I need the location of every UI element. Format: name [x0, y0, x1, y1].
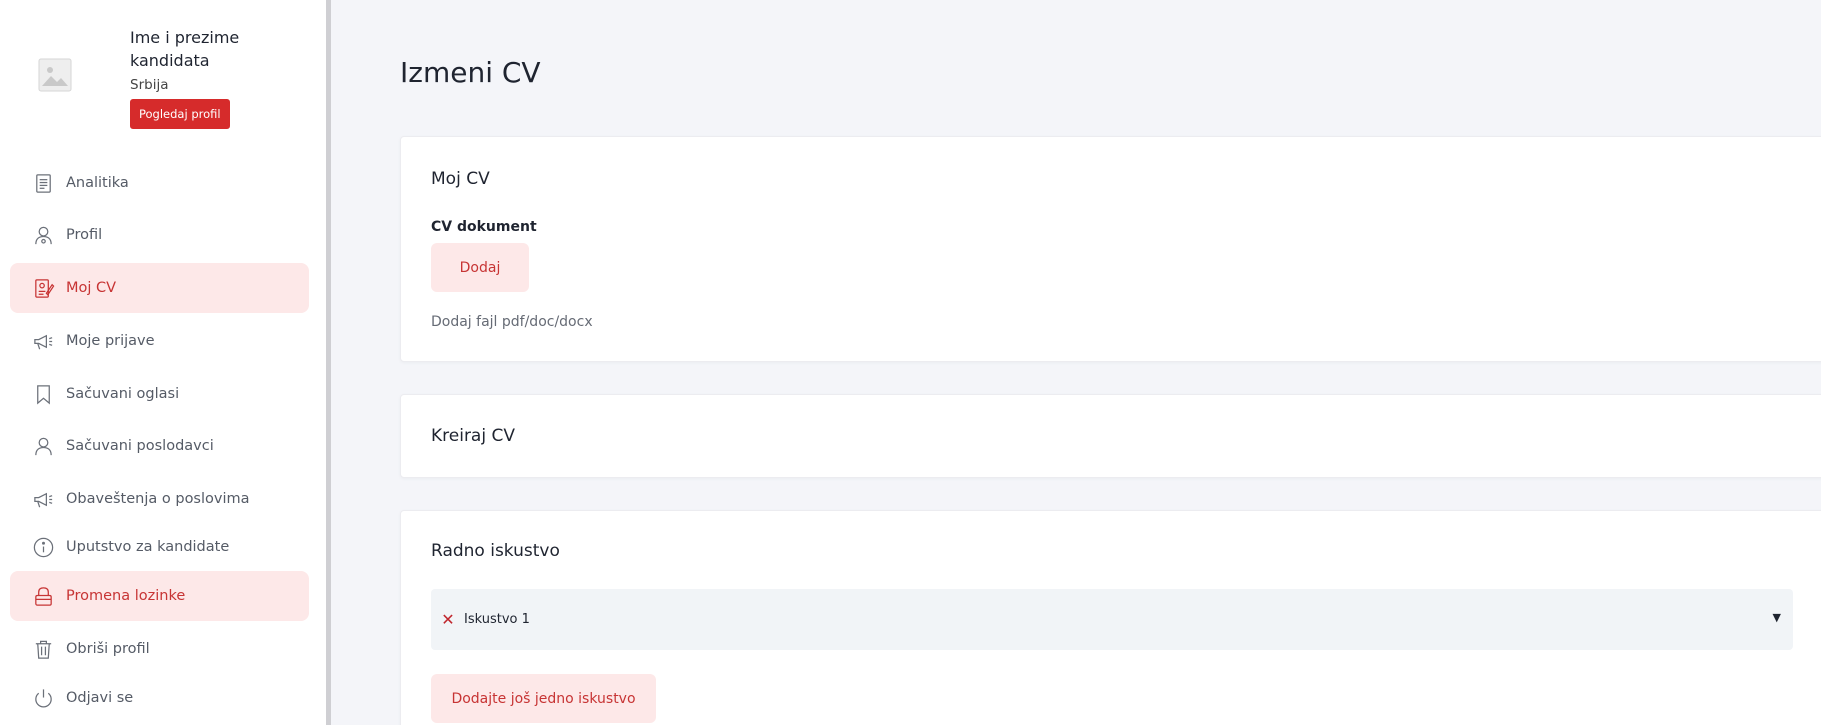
image-placeholder-icon — [30, 50, 80, 100]
work-experience-card: Radno iskustvo ✕ Iskustvo 1 ▼ Dodajte jo… — [400, 510, 1821, 725]
experience-entry-label: Iskustvo 1 — [464, 612, 530, 627]
sidebar-item-sacuvani-poslodavci[interactable]: Sačuvani poslodavci — [10, 421, 309, 471]
sidebar-item-obavestenja[interactable]: Obaveštenja o poslovima — [10, 474, 309, 524]
experience-entry[interactable]: ✕ Iskustvo 1 ▼ — [431, 589, 1793, 650]
work-experience-title: Radno iskustvo — [431, 541, 560, 561]
sidebar-item-label: Odjavi se — [66, 690, 134, 706]
page-title: Izmeni CV — [400, 56, 541, 89]
cv-edit-icon — [28, 275, 58, 301]
sidebar-item-moj-cv[interactable]: Moj CV — [10, 263, 309, 313]
close-icon[interactable]: ✕ — [440, 610, 456, 629]
file-type-hint: Dodaj fajl pdf/doc/docx — [431, 314, 593, 330]
create-cv-card[interactable]: Kreiraj CV — [400, 394, 1821, 478]
sidebar: Ime i prezime kandidata Srbija Pogledaj … — [0, 0, 331, 725]
add-experience-button[interactable]: Dodajte još jedno iskustvo — [431, 674, 656, 723]
sidebar-item-moje-prijave[interactable]: Moje prijave — [10, 316, 309, 366]
caret-down-icon[interactable]: ▼ — [1773, 611, 1781, 624]
create-cv-title: Kreiraj CV — [431, 426, 515, 446]
sidebar-item-label: Promena lozinke — [66, 588, 186, 604]
user-icon — [28, 222, 58, 248]
cv-document-label: CV dokument — [431, 219, 537, 235]
my-cv-title: Moj CV — [431, 169, 490, 189]
person-icon — [28, 433, 58, 459]
sidebar-item-label: Moj CV — [66, 280, 117, 296]
sidebar-item-label: Sačuvani poslodavci — [66, 438, 214, 454]
document-icon — [28, 170, 58, 196]
sidebar-item-label: Uputstvo za kandidate — [66, 539, 230, 555]
profile-card: Ime i prezime kandidata Srbija Pogledaj … — [0, 0, 326, 140]
my-cv-card: Moj CV CV dokument Dodaj Dodaj fajl pdf/… — [400, 136, 1821, 362]
trash-icon — [28, 636, 58, 662]
info-icon — [28, 534, 58, 560]
sidebar-item-analitika[interactable]: Analitika — [10, 158, 309, 208]
sidebar-item-odjavi-se[interactable]: Odjavi se — [10, 673, 309, 723]
sidebar-item-sacuvani-oglasi[interactable]: Sačuvani oglasi — [10, 369, 309, 419]
sidebar-item-profil[interactable]: Profil — [10, 210, 309, 260]
megaphone-icon — [28, 328, 58, 354]
view-profile-button[interactable]: Pogledaj profil — [130, 99, 230, 129]
sidebar-item-uputstvo[interactable]: Uputstvo za kandidate — [10, 522, 309, 572]
megaphone-icon — [28, 486, 58, 512]
profile-country: Srbija — [130, 77, 169, 93]
add-cv-button[interactable]: Dodaj — [431, 243, 529, 292]
sidebar-item-label: Moje prijave — [66, 333, 155, 349]
lock-icon — [28, 583, 58, 609]
bookmark-icon — [28, 381, 58, 407]
sidebar-item-label: Profil — [66, 227, 103, 243]
sidebar-item-label: Sačuvani oglasi — [66, 386, 180, 402]
sidebar-item-label: Analitika — [66, 175, 129, 191]
sidebar-item-label: Obriši profil — [66, 641, 150, 657]
sidebar-item-obrisi-profil[interactable]: Obriši profil — [10, 624, 309, 674]
sidebar-item-promena-lozinke[interactable]: Promena lozinke — [10, 571, 309, 621]
sidebar-item-label: Obaveštenja o poslovima — [66, 491, 250, 507]
profile-name: Ime i prezime kandidata — [130, 28, 240, 70]
power-icon — [28, 685, 58, 711]
